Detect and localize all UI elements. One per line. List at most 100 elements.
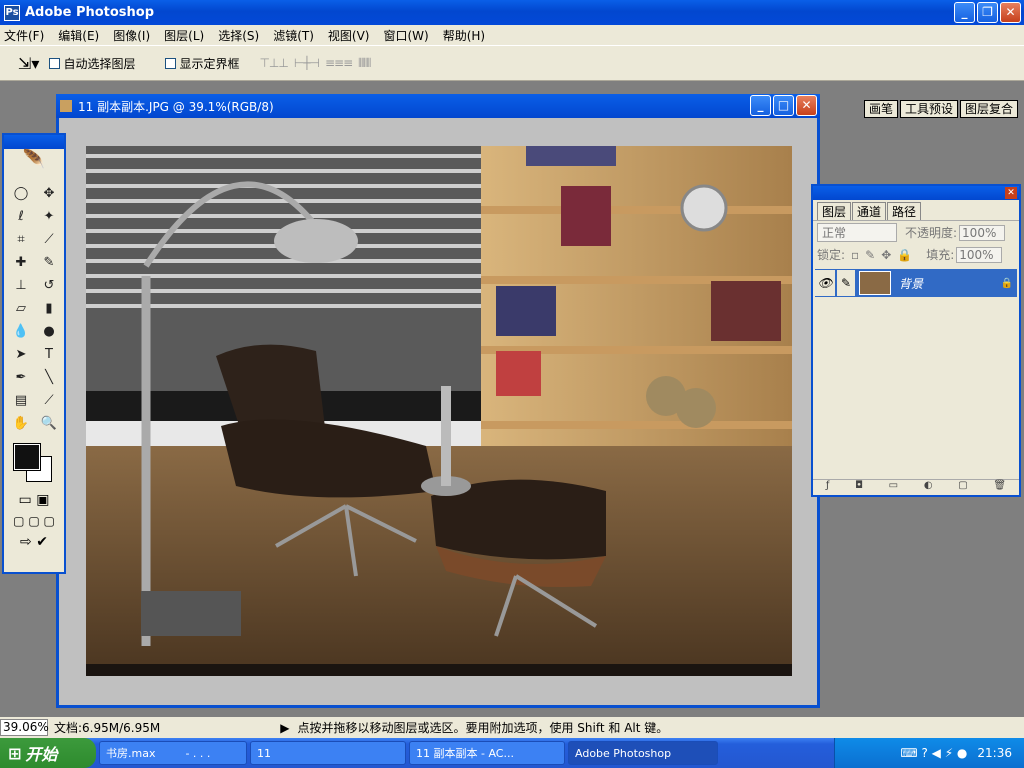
foreground-color[interactable] xyxy=(13,443,41,471)
document-title: 11 副本副本.JPG @ 39.1%(RGB/8) xyxy=(78,99,274,114)
show-bounds-checkbox[interactable]: 显示定界框 xyxy=(165,55,239,72)
taskbar: ⊞ 开始 书房.max - . . . 11 11 副本副本 - AC... Ad… xyxy=(0,738,1024,768)
doc-close-button[interactable]: ✕ xyxy=(796,95,817,116)
menu-bar: 文件(F) 编辑(E) 图像(I) 图层(L) 选择(S) 滤镜(T) 视图(V… xyxy=(0,25,1024,45)
healing-brush-icon[interactable]: ✚ xyxy=(8,252,34,273)
document-window: 11 副本副本.JPG @ 39.1%(RGB/8) _ □ ✕ xyxy=(56,94,820,708)
slice-tool-icon[interactable]: ⟋ xyxy=(36,229,62,250)
task-photoshop[interactable]: Adobe Photoshop xyxy=(568,741,718,765)
opacity-field[interactable]: 100% xyxy=(959,224,1006,241)
tools-titlebar[interactable] xyxy=(4,135,64,149)
crop-tool-icon[interactable]: ⌗ xyxy=(8,229,34,250)
lock-label: 锁定: xyxy=(817,248,846,262)
pen-tool-icon[interactable]: ✒ xyxy=(8,367,34,388)
minimize-button[interactable]: _ xyxy=(954,2,975,23)
restore-button[interactable]: ❐ xyxy=(977,2,998,23)
doc-size[interactable]: 文档:6.95M/6.95M xyxy=(54,719,160,736)
quickmask-icon[interactable]: ▭ ▣ xyxy=(4,492,64,508)
photoshop-icon: Ps xyxy=(4,4,20,21)
color-swatches[interactable] xyxy=(10,440,58,486)
eyedropper-icon[interactable]: ⟋ xyxy=(36,390,62,411)
zoom-field[interactable]: 39.06% xyxy=(0,719,49,736)
tab-tool-presets[interactable]: 工具预设 xyxy=(899,100,958,118)
windows-logo-icon: ⊞ xyxy=(8,743,22,763)
fill-field[interactable]: 100% xyxy=(956,246,1003,263)
layers-titlebar[interactable]: ✕ xyxy=(813,186,1019,200)
menu-filter[interactable]: 滤镜(T) xyxy=(273,27,314,44)
layers-palette: ✕ 图层 通道 路径 正常 不透明度: 100% 锁定: ▫✎✥🔒 填充: 10… xyxy=(811,184,1021,497)
options-bar: ⇲▾ 自动选择图层 显示定界框 ⊤⊥⊥ ⊢┼⊣ ≡≡≡ ⫴⫴⫴ 画笔 工具预设 图层复… xyxy=(0,45,1024,118)
opacity-label: 不透明度: xyxy=(905,226,958,240)
type-tool-icon[interactable]: T xyxy=(36,344,62,365)
new-set-icon[interactable]: ▭ xyxy=(889,480,898,495)
lock-icon: 🔒 xyxy=(1000,277,1013,289)
new-layer-icon[interactable]: ▢ xyxy=(958,480,967,495)
layer-name: 背景 xyxy=(899,276,924,291)
task-acdsee[interactable]: 11 副本副本 - AC... xyxy=(409,741,565,765)
tab-layer-comps[interactable]: 图层复合 xyxy=(959,100,1018,118)
study-room-render xyxy=(86,146,792,676)
gradient-tool-icon[interactable]: ▮ xyxy=(36,298,62,319)
layers-footer: ƒ ◘ ▭ ◐ ▢ 🗑 xyxy=(813,479,1019,495)
add-mask-icon[interactable]: ◘ xyxy=(855,480,863,495)
layer-style-icon[interactable]: ƒ xyxy=(826,480,830,495)
lasso-tool-icon[interactable]: ℓ xyxy=(8,206,34,227)
move-tool-icon[interactable]: ✥ xyxy=(36,183,62,204)
menu-select[interactable]: 选择(S) xyxy=(218,27,259,44)
stamp-tool-icon[interactable]: ⊥ xyxy=(8,275,34,296)
menu-image[interactable]: 图像(I) xyxy=(113,27,150,44)
task-folder[interactable]: 11 xyxy=(250,741,406,765)
menu-window[interactable]: 窗口(W) xyxy=(383,27,428,44)
status-arrow-icon[interactable]: ▶ xyxy=(280,721,289,735)
tray-icons[interactable]: ⌨ ? ◀ ⚡ ● xyxy=(900,746,967,760)
dodge-tool-icon[interactable]: ● xyxy=(36,321,62,342)
menu-help[interactable]: 帮助(H) xyxy=(443,27,485,44)
history-brush-icon[interactable]: ↺ xyxy=(36,275,62,296)
magic-wand-icon[interactable]: ✦ xyxy=(36,206,62,227)
lock-icons[interactable]: ▫✎✥🔒 xyxy=(851,248,918,262)
line-tool-icon[interactable]: ╲ xyxy=(36,367,62,388)
menu-file[interactable]: 文件(F) xyxy=(4,27,44,44)
tools-palette: 🪶 ◯ ✥ ℓ ✦ ⌗ ⟋ ✚ ✎ ⊥ ↺ ▱ ▮ 💧 ● ➤ T ✒ ╲ ▤ … xyxy=(2,133,66,574)
brush-tool-icon[interactable]: ✎ xyxy=(36,252,62,273)
status-bar: 39.06% 文档:6.95M/6.95M ▶ 点按并拖移以移动图层或选区。要用… xyxy=(0,717,1024,738)
system-tray: ⌨ ? ◀ ⚡ ● 21:36 xyxy=(834,738,1024,768)
marquee-tool-icon[interactable]: ◯ xyxy=(8,183,34,204)
jump-to-imageready-icon[interactable]: ⇨ ✔ xyxy=(4,534,64,550)
blend-mode-select[interactable]: 正常 xyxy=(817,223,897,242)
tab-channels[interactable]: 通道 xyxy=(852,202,887,220)
auto-select-checkbox[interactable]: 自动选择图层 xyxy=(49,55,135,72)
layer-row-background[interactable]: 👁 ✎ 背景 🔒 xyxy=(815,269,1017,297)
notes-tool-icon[interactable]: ▤ xyxy=(8,390,34,411)
canvas-image[interactable] xyxy=(86,146,792,676)
eraser-tool-icon[interactable]: ▱ xyxy=(8,298,34,319)
doc-maximize-button[interactable]: □ xyxy=(773,95,794,116)
menu-layer[interactable]: 图层(L) xyxy=(164,27,204,44)
layers-close-icon[interactable]: ✕ xyxy=(1005,187,1017,199)
screen-mode-icon[interactable]: ▢ ▢ ▢ xyxy=(4,514,64,528)
tab-layers[interactable]: 图层 xyxy=(817,202,852,220)
fill-label: 填充: xyxy=(926,248,955,262)
adjustment-layer-icon[interactable]: ◐ xyxy=(924,480,933,495)
close-button[interactable]: ✕ xyxy=(1000,2,1021,23)
clock: 21:36 xyxy=(977,746,1012,760)
hand-tool-icon[interactable]: ✋ xyxy=(8,413,34,434)
menu-view[interactable]: 视图(V) xyxy=(328,27,370,44)
document-titlebar: 11 副本副本.JPG @ 39.1%(RGB/8) _ □ ✕ xyxy=(56,94,820,118)
trash-icon[interactable]: 🗑 xyxy=(993,480,1006,495)
tab-paths[interactable]: 路径 xyxy=(887,202,922,220)
zoom-tool-icon[interactable]: 🔍 xyxy=(36,413,62,434)
align-buttons[interactable]: ⊤⊥⊥ ⊢┼⊣ ≡≡≡ ⫴⫴⫴ xyxy=(259,56,371,71)
path-select-icon[interactable]: ➤ xyxy=(8,344,34,365)
move-tool-preset-icon[interactable]: ⇲▾ xyxy=(18,54,39,73)
start-button[interactable]: ⊞ 开始 xyxy=(0,738,96,768)
task-3dsmax[interactable]: 书房.max - . . . xyxy=(99,741,247,765)
brush-icon: ✎ xyxy=(837,270,855,296)
layer-thumbnail xyxy=(859,271,891,295)
feather-logo-icon: 🪶 xyxy=(22,149,46,170)
tab-brushes[interactable]: 画笔 xyxy=(863,100,898,118)
blur-tool-icon[interactable]: 💧 xyxy=(8,321,34,342)
doc-minimize-button[interactable]: _ xyxy=(750,95,771,116)
menu-edit[interactable]: 编辑(E) xyxy=(58,27,99,44)
eye-icon[interactable]: 👁 xyxy=(815,270,835,296)
